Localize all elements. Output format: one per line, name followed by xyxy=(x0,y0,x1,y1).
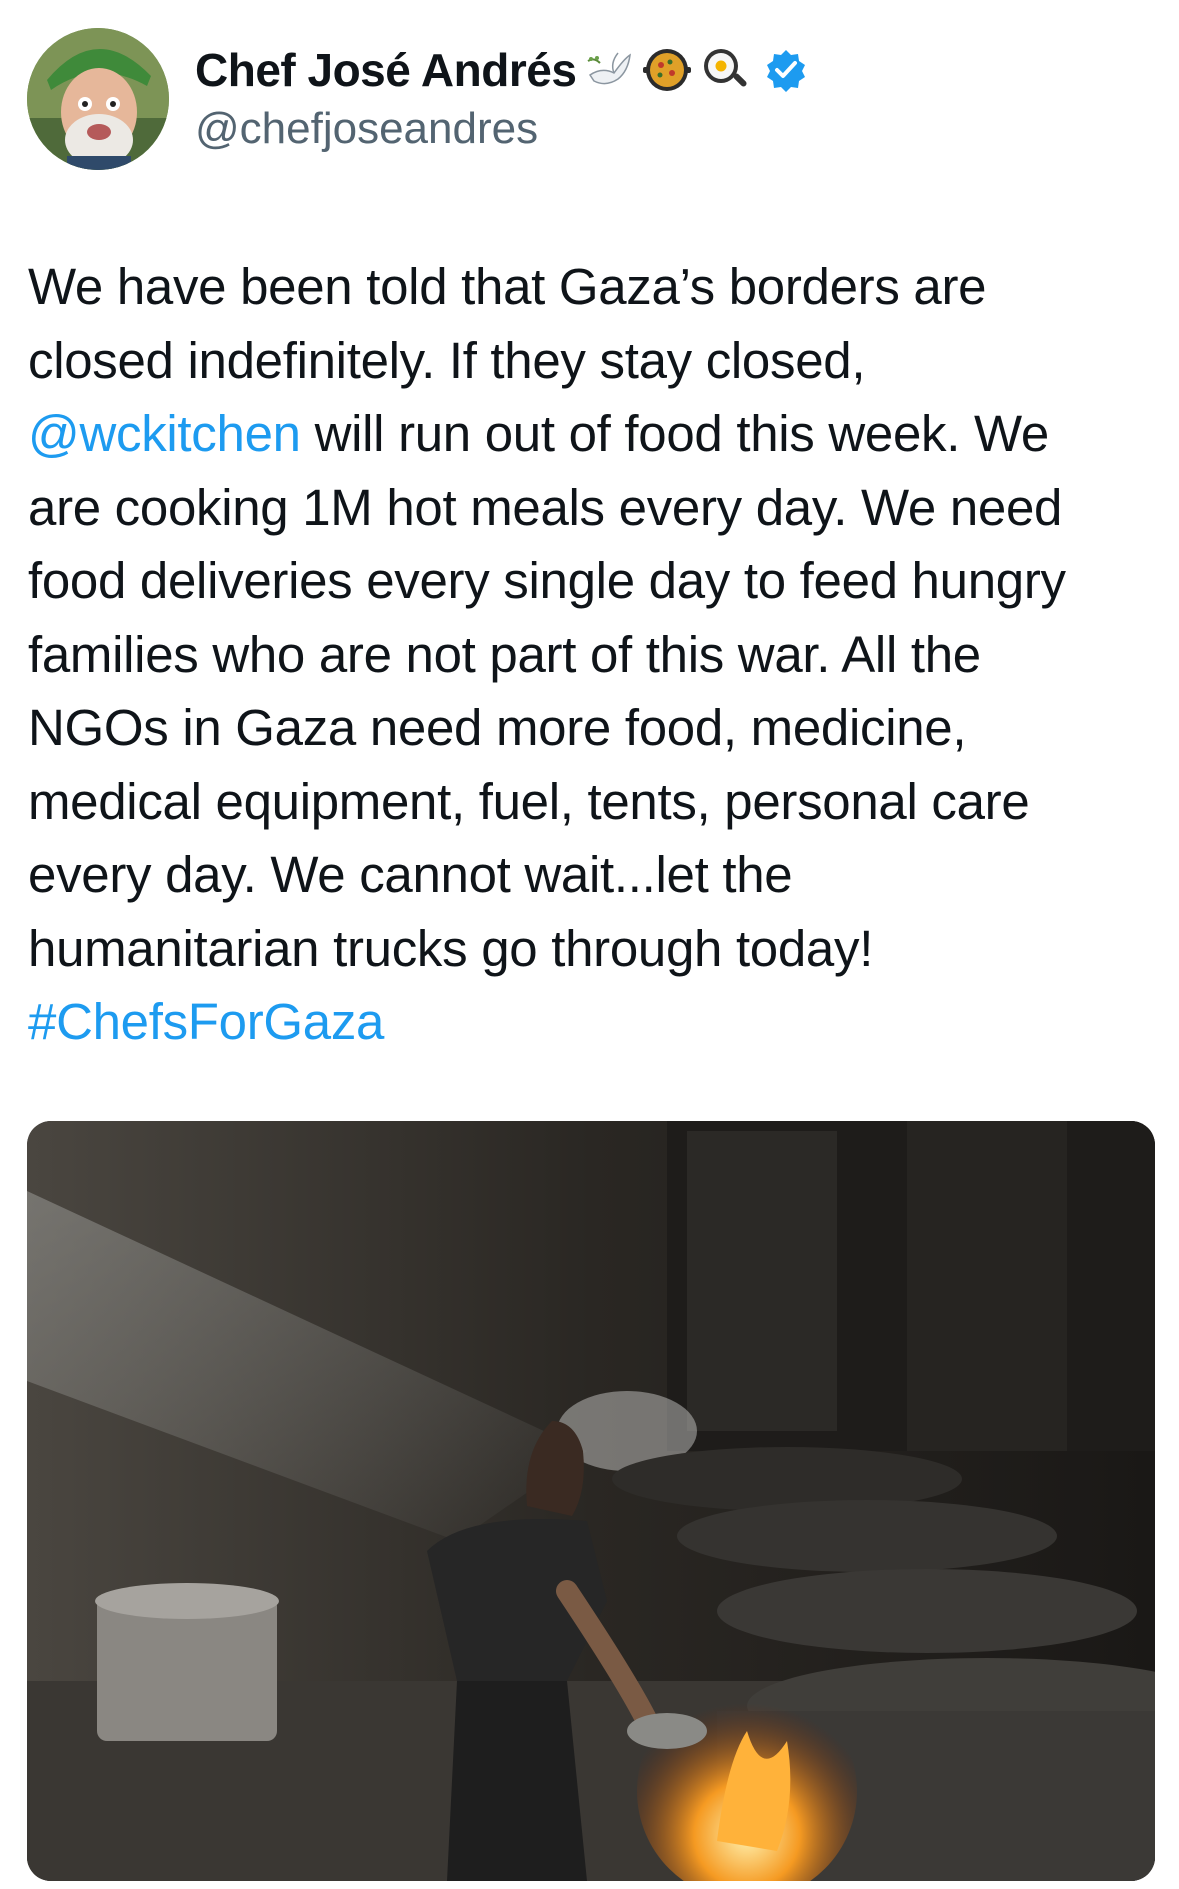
tweet-text-segment: every day. We cannot wait...let the xyxy=(28,846,793,903)
tweet-text-line: food deliveries every single day to feed… xyxy=(28,544,1158,618)
author-handle[interactable]: @chefjoseandres xyxy=(195,104,538,154)
frying-pan-egg-icon xyxy=(700,45,750,95)
tweet-text-line: medical equipment, fuel, tents, personal… xyxy=(28,765,1158,839)
photo-cook-with-giant-pots-icon xyxy=(27,1121,1155,1881)
tweet-text-segment: are cooking 1M hot meals every day. We n… xyxy=(28,478,1063,536)
author-avatar[interactable] xyxy=(27,28,169,170)
tweet-text-line: #ChefsForGaza xyxy=(28,985,1158,1059)
tweet-header: Chef José Andrés @chefjoseandres xyxy=(0,0,1179,190)
verified-badge-icon xyxy=(764,48,808,92)
mention-link[interactable]: @wckitchen xyxy=(28,405,301,462)
tweet-text-line: are cooking 1M hot meals every day. We n… xyxy=(28,471,1158,545)
tweet-text-line: @wckitchen will run out of food this wee… xyxy=(28,397,1158,471)
tweet-text-line: families who are not part of this war. A… xyxy=(28,618,1158,692)
tweet-text-segment: closed indefinitely. If they stay closed… xyxy=(28,331,866,389)
tweet-text-line: humanitarian trucks go through today! xyxy=(28,912,1158,986)
tweet-text-segment: We have been told that Gaza’s borders ar… xyxy=(28,258,987,315)
tweet-text-line: We have been told that Gaza’s borders ar… xyxy=(28,250,1158,324)
tweet-media-photo[interactable] xyxy=(27,1121,1155,1881)
paella-pan-icon xyxy=(642,45,692,95)
tweet-text-segment: NGOs in Gaza need more food, medicine, xyxy=(28,699,967,756)
dove-icon xyxy=(584,45,634,95)
tweet-text-segment: humanitarian trucks go through today! xyxy=(28,919,874,977)
tweet-text-segment: families who are not part of this war. A… xyxy=(28,625,981,683)
tweet-text-segment: will run out of food this week. We xyxy=(300,405,1050,462)
author-display-name[interactable]: Chef José Andrés xyxy=(195,43,577,97)
tweet-text-segment: medical equipment, fuel, tents, personal… xyxy=(28,772,1030,830)
hashtag-link[interactable]: #ChefsForGaza xyxy=(28,993,384,1050)
tweet-text-segment: food deliveries every single day to feed… xyxy=(28,552,1066,609)
tweet-text-line: closed indefinitely. If they stay closed… xyxy=(28,324,1158,398)
tweet-text: We have been told that Gaza’s borders ar… xyxy=(28,250,1158,1059)
tweet-text-line: NGOs in Gaza need more food, medicine, xyxy=(28,691,1158,765)
tweet-text-line: every day. We cannot wait...let the xyxy=(28,838,1158,912)
name-line: Chef José Andrés xyxy=(195,40,808,100)
avatar-image xyxy=(27,28,169,170)
